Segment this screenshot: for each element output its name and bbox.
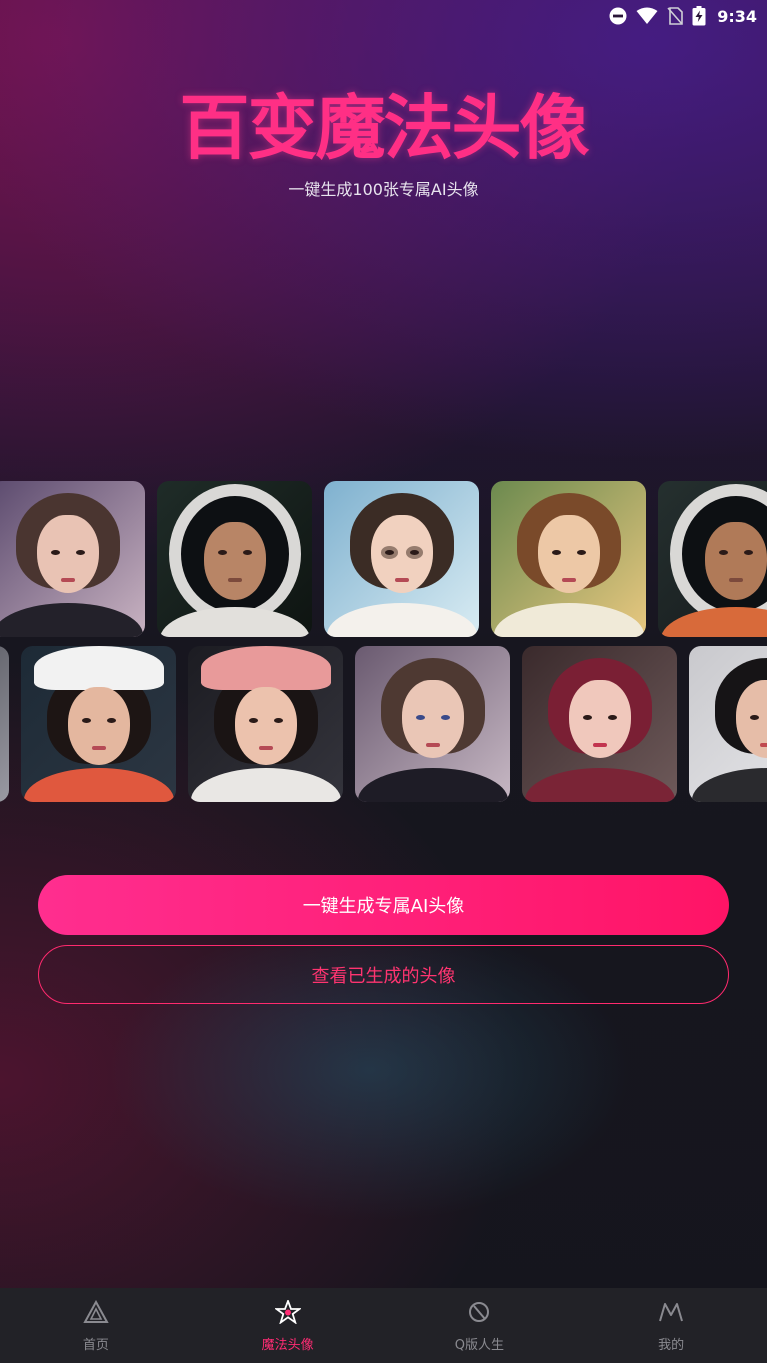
nav-item-magic-avatar[interactable]: 魔法头像 bbox=[192, 1288, 384, 1363]
avatar-gallery-row-2 bbox=[0, 646, 767, 802]
generate-avatar-button[interactable]: 一键生成专属AI头像 bbox=[38, 875, 729, 935]
nav-item-home[interactable]: 首页 bbox=[0, 1288, 192, 1363]
home-triangle-icon bbox=[83, 1299, 109, 1328]
avatar-man-glasses[interactable] bbox=[324, 481, 479, 637]
wifi-icon bbox=[636, 7, 658, 25]
avatar-girl-brown-bob[interactable] bbox=[355, 646, 510, 802]
avatar-woman-red-hair[interactable] bbox=[522, 646, 677, 802]
avatar-girl-white-cap[interactable] bbox=[21, 646, 176, 802]
view-generated-avatars-button[interactable]: 查看已生成的头像 bbox=[38, 945, 729, 1004]
nav-item-profile[interactable]: 我的 bbox=[575, 1288, 767, 1363]
nav-item-q-life[interactable]: Q版人生 bbox=[384, 1288, 576, 1363]
hero-subtitle: 一键生成100张专属AI头像 bbox=[288, 180, 479, 199]
magic-star-icon bbox=[273, 1298, 302, 1328]
status-bar: 9:34 bbox=[0, 0, 767, 32]
nav-label-q-life: Q版人生 bbox=[454, 1338, 504, 1353]
avatar-gallery-row-1 bbox=[0, 481, 767, 637]
battery-charging-icon bbox=[692, 6, 706, 26]
avatar-girl-purple-bob[interactable] bbox=[0, 481, 145, 637]
avatar-boy-brown-hair[interactable] bbox=[491, 481, 646, 637]
app-screen: 9:34 百变魔法头像 一键生成100张专属AI头像 一键生成专属AI头像 查看… bbox=[0, 0, 767, 1363]
nav-label-magic-avatar: 魔法头像 bbox=[261, 1338, 314, 1353]
profile-m-icon bbox=[658, 1300, 684, 1328]
avatar-woman-black-curls[interactable] bbox=[689, 646, 767, 802]
avatar-girl-pink-cap[interactable] bbox=[188, 646, 343, 802]
no-sim-icon bbox=[667, 7, 684, 25]
nav-label-profile: 我的 bbox=[658, 1338, 685, 1353]
nav-label-home: 首页 bbox=[82, 1338, 109, 1353]
avatar-astronaut-man[interactable] bbox=[157, 481, 312, 637]
bottom-nav: 首页 魔法头像 Q版人生 我的 bbox=[0, 1288, 767, 1363]
do-not-disturb-icon bbox=[609, 7, 627, 25]
status-time: 9:34 bbox=[717, 6, 757, 26]
avatar-astronaut-man-2[interactable] bbox=[658, 481, 767, 637]
q-life-icon bbox=[466, 1300, 492, 1328]
hero-title: 百变魔法头像 bbox=[179, 87, 590, 169]
avatar-partial-edge[interactable] bbox=[0, 646, 9, 802]
